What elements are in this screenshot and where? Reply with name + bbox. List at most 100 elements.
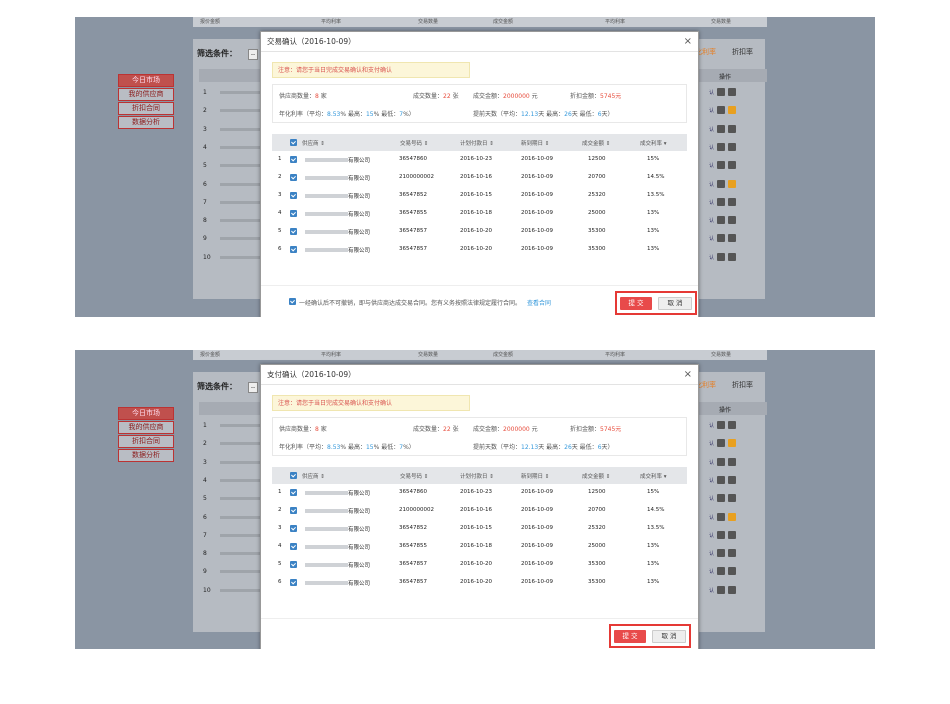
column-header[interactable]: 交易号码 ⇕ — [400, 472, 428, 480]
bg-row-actions[interactable]: 认 — [709, 179, 769, 190]
edit-icon[interactable] — [717, 475, 725, 484]
bg-row-actions[interactable]: 认 — [709, 142, 769, 153]
select-all-checkbox[interactable] — [290, 472, 297, 479]
row-checkbox[interactable] — [290, 192, 297, 199]
bg-row-actions[interactable]: 认 — [709, 124, 769, 135]
edit-icon[interactable] — [717, 512, 725, 521]
row-checkbox[interactable] — [290, 210, 297, 217]
column-header[interactable]: 供应商 ⇕ — [302, 139, 325, 147]
close-icon[interactable]: × — [684, 32, 692, 52]
delete-icon[interactable] — [728, 439, 736, 448]
delete-icon[interactable] — [728, 457, 736, 466]
cancel-button[interactable]: 取 消 — [652, 630, 686, 643]
bg-row-actions[interactable]: 认 — [709, 585, 769, 596]
sidebar-item[interactable]: 数据分析 — [118, 116, 174, 129]
delete-icon[interactable] — [728, 88, 736, 96]
delete-icon[interactable] — [728, 179, 736, 188]
column-header[interactable]: 计划付款日 ⇕ — [460, 139, 494, 147]
table-row[interactable]: 4 有限公司 36547855 2016-10-18 2016-10-09 25… — [272, 538, 687, 556]
row-checkbox[interactable] — [290, 156, 297, 163]
table-row[interactable]: 4 有限公司 36547855 2016-10-18 2016-10-09 25… — [272, 205, 687, 223]
edit-icon[interactable] — [717, 567, 725, 576]
bg-row-actions[interactable]: 认 — [709, 106, 769, 116]
sidebar-item[interactable]: 我的供应商 — [118, 88, 174, 101]
column-header[interactable]: 交易号码 ⇕ — [400, 139, 428, 147]
edit-icon[interactable] — [717, 457, 725, 466]
sidebar-item[interactable]: 今日市场 — [118, 407, 174, 420]
submit-button[interactable]: 提 交 — [614, 630, 646, 643]
column-header[interactable]: 新到期日 ⇕ — [521, 139, 549, 147]
row-checkbox[interactable] — [290, 507, 297, 514]
table-row[interactable]: 6 有限公司 36547857 2016-10-20 2016-10-09 35… — [272, 574, 687, 592]
bg-row-actions[interactable]: 认 — [709, 421, 769, 431]
delete-icon[interactable] — [728, 252, 736, 261]
delete-icon[interactable] — [728, 475, 736, 484]
agree-checkbox[interactable] — [289, 298, 296, 305]
submit-button[interactable]: 提 交 — [620, 297, 652, 310]
edit-icon[interactable] — [717, 179, 725, 188]
edit-icon[interactable] — [717, 124, 725, 133]
tab-discount[interactable]: 折扣率 — [732, 47, 753, 57]
row-checkbox[interactable] — [290, 174, 297, 181]
edit-icon[interactable] — [717, 439, 725, 448]
select-all-checkbox[interactable] — [290, 139, 297, 146]
table-row[interactable]: 1 有限公司 36547860 2016-10-23 2016-10-09 12… — [272, 484, 687, 502]
edit-icon[interactable] — [717, 585, 725, 594]
table-row[interactable]: 3 有限公司 36547852 2016-10-15 2016-10-09 25… — [272, 520, 687, 538]
bg-row-actions[interactable]: 认 — [709, 161, 769, 171]
delete-icon[interactable] — [728, 106, 736, 115]
edit-icon[interactable] — [717, 252, 725, 261]
delete-icon[interactable] — [728, 512, 736, 521]
row-checkbox[interactable] — [290, 543, 297, 550]
edit-icon[interactable] — [717, 161, 725, 170]
edit-icon[interactable] — [717, 234, 725, 243]
table-row[interactable]: 2 有限公司 2100000002 2016-10-16 2016-10-09 … — [272, 502, 687, 520]
bg-row-actions[interactable]: 认 — [709, 252, 769, 263]
edit-icon[interactable] — [717, 530, 725, 539]
column-header[interactable]: 成交金额 ⇕ — [582, 472, 610, 480]
tab-discount[interactable]: 折扣率 — [732, 380, 753, 390]
row-checkbox[interactable] — [290, 525, 297, 532]
row-checkbox[interactable] — [290, 246, 297, 253]
row-checkbox[interactable] — [290, 579, 297, 586]
edit-icon[interactable] — [717, 142, 725, 151]
delete-icon[interactable] — [728, 161, 736, 170]
row-checkbox[interactable] — [290, 228, 297, 235]
bg-row-actions[interactable]: 认 — [709, 197, 769, 208]
table-row[interactable]: 1 有限公司 36547860 2016-10-23 2016-10-09 12… — [272, 151, 687, 169]
bg-row-actions[interactable]: 认 — [709, 234, 769, 244]
edit-icon[interactable] — [717, 106, 725, 115]
delete-icon[interactable] — [728, 234, 736, 243]
bg-row-actions[interactable]: 认 — [709, 530, 769, 541]
delete-icon[interactable] — [728, 421, 736, 429]
column-header[interactable]: 成交利率 ▾ — [640, 139, 667, 147]
delete-icon[interactable] — [728, 530, 736, 539]
column-header[interactable]: 成交金额 ⇕ — [582, 139, 610, 147]
bg-row-actions[interactable]: 认 — [709, 439, 769, 449]
bg-row-actions[interactable]: 认 — [709, 88, 769, 98]
sidebar-item[interactable]: 我的供应商 — [118, 421, 174, 434]
delete-icon[interactable] — [728, 567, 736, 576]
table-row[interactable]: 6 有限公司 36547857 2016-10-20 2016-10-09 35… — [272, 241, 687, 259]
edit-icon[interactable] — [717, 494, 725, 503]
edit-icon[interactable] — [717, 197, 725, 206]
sidebar-item[interactable]: 今日市场 — [118, 74, 174, 87]
filter-select[interactable]: -- — [248, 49, 258, 60]
delete-icon[interactable] — [728, 142, 736, 151]
column-header[interactable]: 供应商 ⇕ — [302, 472, 325, 480]
view-contract-link[interactable]: 查看合同 — [527, 300, 551, 307]
bg-row-actions[interactable]: 认 — [709, 494, 769, 504]
table-row[interactable]: 3 有限公司 36547852 2016-10-15 2016-10-09 25… — [272, 187, 687, 205]
bg-row-actions[interactable]: 认 — [709, 475, 769, 486]
row-checkbox[interactable] — [290, 489, 297, 496]
delete-icon[interactable] — [728, 585, 736, 594]
bg-row-actions[interactable]: 认 — [709, 567, 769, 577]
table-row[interactable]: 2 有限公司 2100000002 2016-10-16 2016-10-09 … — [272, 169, 687, 187]
column-header[interactable]: 新到期日 ⇕ — [521, 472, 549, 480]
sidebar-item[interactable]: 折扣合同 — [118, 435, 174, 448]
delete-icon[interactable] — [728, 124, 736, 133]
column-header[interactable]: 计划付款日 ⇕ — [460, 472, 494, 480]
row-checkbox[interactable] — [290, 561, 297, 568]
delete-icon[interactable] — [728, 549, 736, 558]
close-icon[interactable]: × — [684, 365, 692, 385]
